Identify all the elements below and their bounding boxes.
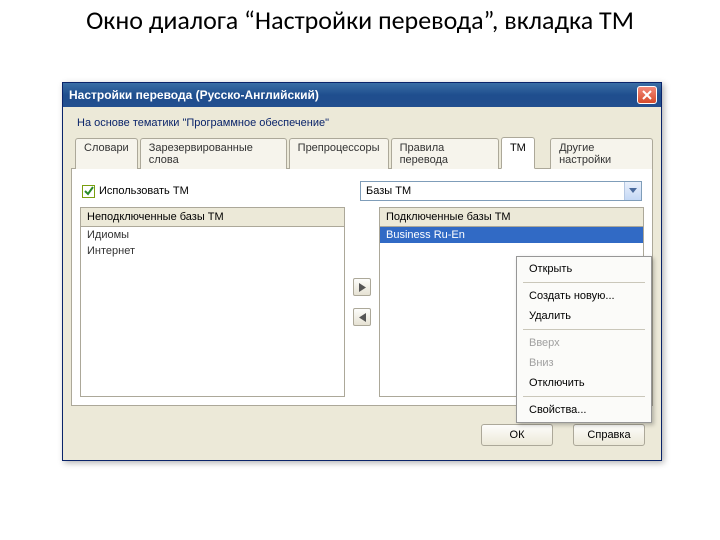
menu-create-new[interactable]: Создать новую...	[519, 286, 649, 306]
close-button[interactable]	[637, 86, 657, 104]
slide-title: Окно диалога “Настройки перевода”, вклад…	[0, 0, 720, 44]
triangle-right-icon	[358, 283, 367, 292]
tab-translation-rules[interactable]: Правила перевода	[391, 138, 499, 169]
tab-reserved-words[interactable]: Зарезервированные слова	[140, 138, 287, 169]
tab-other-settings[interactable]: Другие настройки	[550, 138, 653, 169]
dropdown-toggle[interactable]	[624, 182, 641, 200]
tm-db-dropdown[interactable]: Базы ТМ	[360, 181, 642, 201]
menu-properties[interactable]: Свойства...	[519, 400, 649, 420]
titlebar[interactable]: Настройки перевода (Русско-Английский)	[63, 83, 661, 107]
use-tm-checkbox[interactable]	[82, 185, 95, 198]
chevron-down-icon	[629, 188, 637, 194]
triangle-left-icon	[358, 313, 367, 322]
tab-dictionaries[interactable]: Словари	[75, 138, 138, 169]
menu-disconnect[interactable]: Отключить	[519, 373, 649, 393]
window-title: Настройки перевода (Русско-Английский)	[67, 88, 637, 102]
tab-preprocessors[interactable]: Препроцессоры	[289, 138, 389, 169]
help-button[interactable]: Справка	[573, 424, 645, 446]
menu-up: Вверх	[519, 333, 649, 353]
tm-db-selected: Базы ТМ	[361, 185, 624, 197]
theme-subtitle: На основе тематики "Программное обеспече…	[63, 107, 661, 137]
list-item[interactable]: Business Ru-En	[380, 227, 643, 243]
list-item[interactable]: Идиомы	[81, 227, 344, 243]
menu-delete[interactable]: Удалить	[519, 306, 649, 326]
menu-open[interactable]: Открыть	[519, 259, 649, 279]
connected-header: Подключенные базы ТМ	[379, 207, 644, 227]
menu-separator	[523, 282, 645, 283]
close-icon	[642, 90, 652, 100]
tab-strip: Словари Зарезервированные слова Препроце…	[71, 138, 653, 169]
check-icon	[84, 186, 94, 196]
tab-tm[interactable]: ТМ	[501, 137, 535, 169]
context-menu: Открыть Создать новую... Удалить Вверх В…	[516, 256, 652, 423]
menu-separator	[523, 329, 645, 330]
use-tm-label: Использовать ТМ	[99, 185, 189, 197]
ok-button[interactable]: ОК	[481, 424, 553, 446]
move-right-button[interactable]	[353, 278, 371, 296]
list-item[interactable]: Интернет	[81, 243, 344, 259]
move-left-button[interactable]	[353, 308, 371, 326]
menu-down: Вниз	[519, 353, 649, 373]
menu-separator	[523, 396, 645, 397]
unconnected-header: Неподключенные базы ТМ	[80, 207, 345, 227]
unconnected-list[interactable]: Идиомы Интернет	[80, 227, 345, 397]
